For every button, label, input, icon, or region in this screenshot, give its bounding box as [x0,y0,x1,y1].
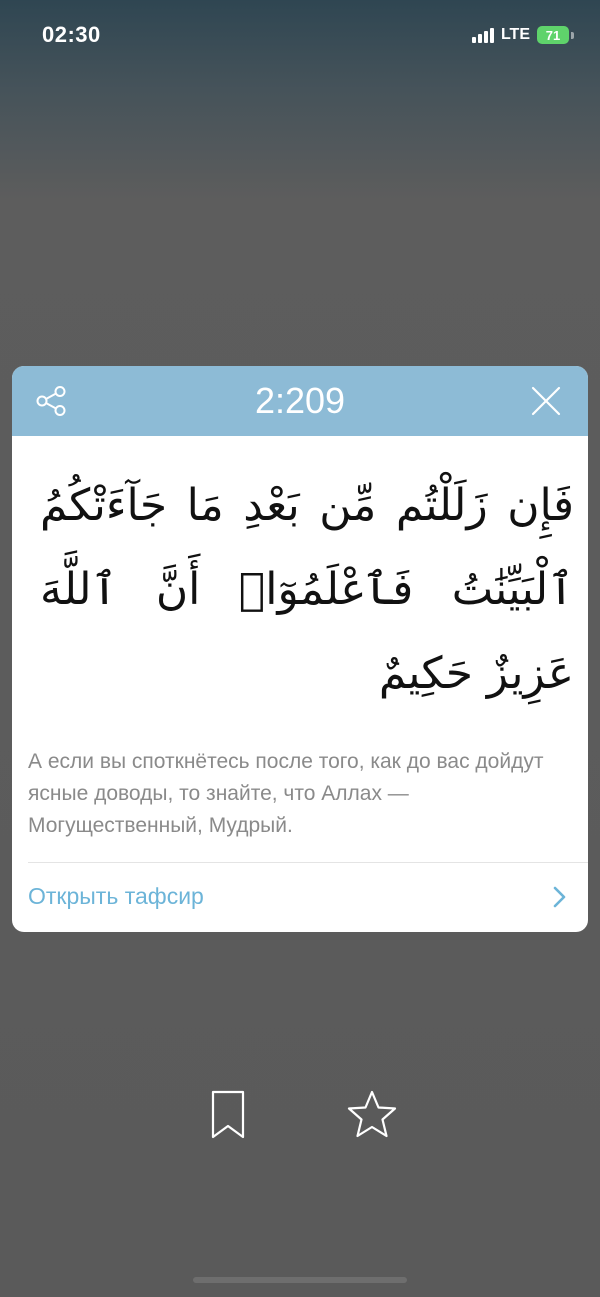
signal-strength-icon [471,27,494,43]
open-tafsir-label: Открыть тафсир [28,883,204,909]
ayah-number: 2:209 [254,380,346,421]
status-bar: 02:30 LTE 71 [0,0,600,72]
open-tafsir-button[interactable]: Открыть тафсир [12,863,588,932]
arabic-ayah-text: فَإِن زَلَلْتُم مِّن بَعْدِ مَا جَآءَتْك… [40,480,574,699]
status-time: 02:30 [42,22,101,47]
battery-level: 71 [545,27,561,43]
network-type: LTE [500,26,530,43]
ayah-card: 2:209 فَإِن زَلَلْتُم مِّن بَعْدِ مَا جَ… [12,366,588,932]
close-icon [531,386,561,416]
battery-icon: 71 [537,26,569,44]
bookmark-button[interactable] [206,1088,250,1142]
status-indicators: LTE 71 [471,24,574,46]
home-indicator[interactable] [193,1277,407,1283]
battery-cap [571,31,574,39]
favorite-button[interactable] [344,1088,400,1142]
translation-text: А если вы споткнётесь после того, как до… [28,750,544,837]
star-icon [347,1090,397,1138]
bookmark-icon [211,1090,245,1139]
card-header: 2:209 [12,366,588,436]
chevron-right-icon [553,886,566,908]
close-button[interactable] [530,385,562,417]
